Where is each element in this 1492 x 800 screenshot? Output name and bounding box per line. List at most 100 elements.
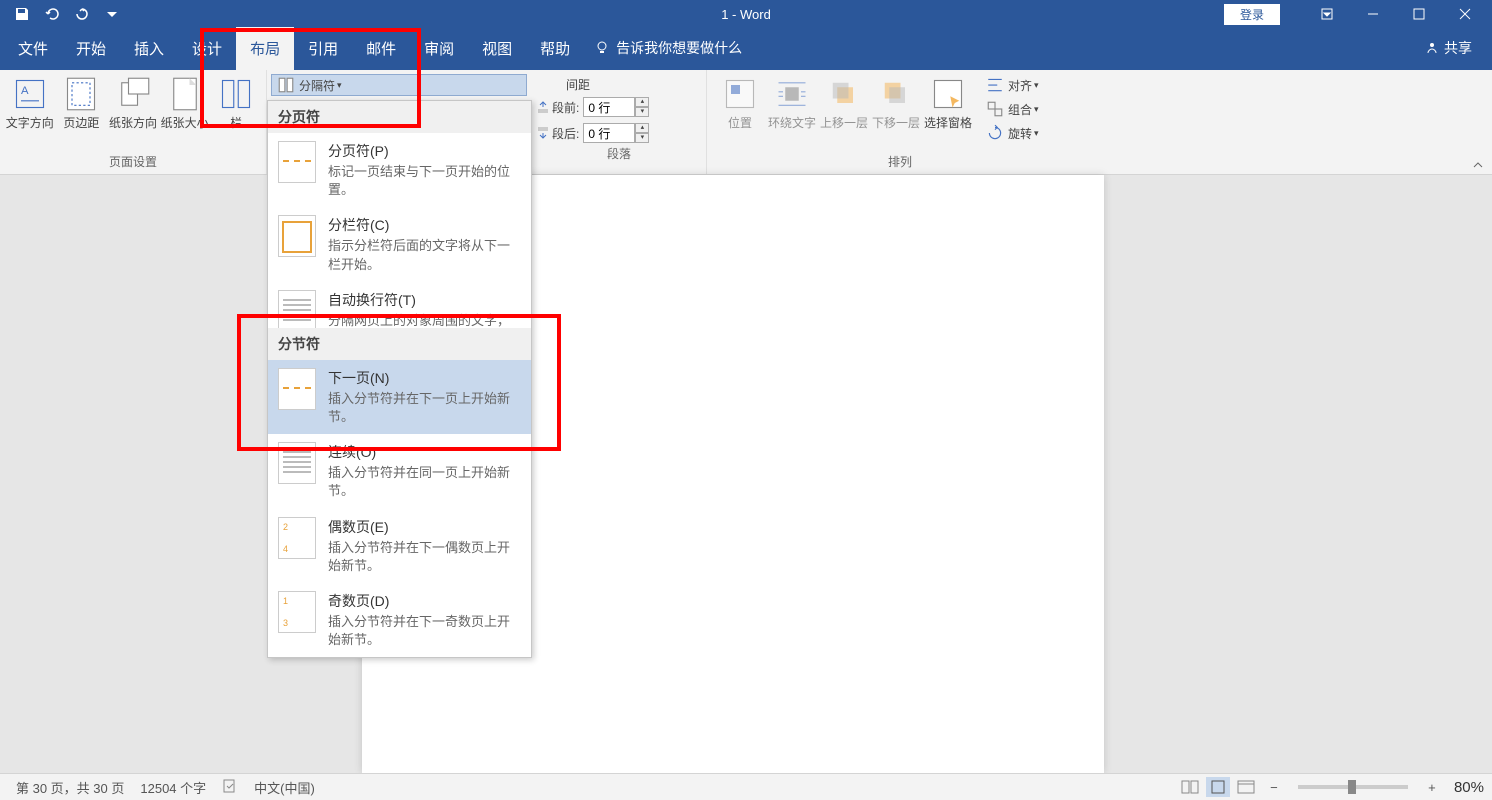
orientation-button[interactable]: 纸张方向 [107, 74, 159, 152]
qat-customize-icon[interactable] [98, 2, 126, 26]
svg-text:A: A [21, 85, 29, 97]
quick-access-toolbar [0, 2, 126, 26]
align-icon [986, 76, 1004, 94]
menu-item-text-wrap[interactable]: 自动换行符(T) 分隔网页上的对象周围的文字，如分隔题注文字与正文 [268, 282, 531, 328]
tab-view[interactable]: 视图 [468, 27, 526, 70]
bring-forward-button[interactable]: 上移一层 [818, 74, 870, 152]
zoom-slider[interactable] [1298, 785, 1408, 789]
spacing-before-spinner[interactable]: ▴▾ [635, 97, 649, 117]
breaks-button[interactable]: 分隔符 ▾ [271, 74, 527, 96]
send-backward-button[interactable]: 下移一层 [870, 74, 922, 152]
web-layout-icon[interactable] [1234, 777, 1258, 797]
columns-button[interactable]: 栏 [210, 74, 262, 152]
read-mode-icon[interactable] [1178, 777, 1202, 797]
status-words[interactable]: 12504 个字 [132, 778, 214, 797]
menu-item-continuous[interactable]: 连续(O) 插入分节符并在同一页上开始新节。 [268, 434, 531, 508]
bring-forward-icon [826, 76, 862, 112]
menu-item-even-page[interactable]: 24 偶数页(E) 插入分节符并在下一偶数页上开始新节。 [268, 509, 531, 583]
minimize-icon[interactable] [1350, 0, 1396, 28]
group-arrange: 位置 环绕文字 上移一层 下移一层 选择窗格 对齐▾ 组合▾ 旋转▾ [710, 70, 1090, 174]
group-button[interactable]: 组合▾ [980, 98, 1045, 120]
group-icon [986, 100, 1004, 118]
spacing-label: 间距 [536, 76, 702, 93]
margins-icon [63, 76, 99, 112]
paper-size-button[interactable]: 纸张大小 [159, 74, 211, 152]
document-title: 1 - Word [721, 7, 771, 22]
send-backward-icon [878, 76, 914, 112]
position-button[interactable]: 位置 [714, 74, 766, 152]
group-label-paragraph: 段落 [536, 145, 702, 166]
menu-title: 自动换行符(T) [328, 290, 521, 310]
even-page-icon: 24 [278, 517, 316, 559]
columns-icon [218, 76, 254, 112]
print-layout-icon[interactable] [1206, 777, 1230, 797]
group-spacing: 间距 段前: ▴▾ 段后: ▴▾ 段落 [532, 70, 707, 174]
menu-title: 分栏符(C) [328, 215, 521, 235]
status-page[interactable]: 第 30 页，共 30 页 [8, 778, 132, 797]
zoom-thumb[interactable] [1348, 780, 1356, 794]
group-label-arrange: 排列 [714, 153, 1086, 174]
tab-file[interactable]: 文件 [4, 27, 62, 70]
share-label: 共享 [1444, 38, 1472, 58]
share-button[interactable]: 共享 [1424, 38, 1492, 70]
tab-insert[interactable]: 插入 [120, 27, 178, 70]
breaks-icon [277, 76, 295, 94]
menu-desc: 标记一页结束与下一页开始的位置。 [328, 163, 521, 199]
column-break-icon [278, 215, 316, 257]
status-language[interactable]: 中文(中国) [246, 778, 323, 797]
title-right: 登录 [1224, 0, 1492, 28]
wrap-text-icon [774, 76, 810, 112]
margins-button[interactable]: 页边距 [56, 74, 108, 152]
collapse-ribbon-icon[interactable] [1472, 158, 1484, 170]
selection-pane-button[interactable]: 选择窗格 [922, 74, 974, 152]
menu-item-column-break[interactable]: 分栏符(C) 指示分栏符后面的文字将从下一栏开始。 [268, 207, 531, 281]
menu-desc: 插入分节符并在下一偶数页上开始新节。 [328, 539, 521, 575]
wrap-text-button[interactable]: 环绕文字 [766, 74, 818, 152]
tab-home[interactable]: 开始 [62, 27, 120, 70]
document-area [0, 175, 1492, 773]
tab-help[interactable]: 帮助 [526, 27, 584, 70]
menu-desc: 分隔网页上的对象周围的文字，如分隔题注文字与正文 [328, 312, 521, 328]
text-direction-button[interactable]: A 文字方向 [4, 74, 56, 152]
tab-design[interactable]: 设计 [178, 27, 236, 70]
tab-review[interactable]: 审阅 [410, 27, 468, 70]
menu-item-next-page[interactable]: 下一页(N) 插入分节符并在下一页上开始新节。 [268, 360, 531, 434]
tell-me-label: 告诉我你想要做什么 [616, 38, 742, 58]
lightbulb-icon [594, 40, 610, 56]
spacing-after-input[interactable] [583, 123, 635, 143]
rotate-icon [986, 124, 1004, 142]
zoom-in-button[interactable]: + [1420, 777, 1444, 797]
tab-layout[interactable]: 布局 [236, 27, 294, 70]
spacing-before-row: 段前: ▴▾ [536, 95, 702, 119]
menu-title: 奇数页(D) [328, 591, 521, 611]
save-icon[interactable] [8, 2, 36, 26]
menu-item-odd-page[interactable]: 13 奇数页(D) 插入分节符并在下一奇数页上开始新节。 [268, 583, 531, 657]
zoom-out-button[interactable]: − [1262, 777, 1286, 797]
page-break-icon [278, 141, 316, 183]
text-direction-icon: A [12, 76, 48, 112]
status-proofing-icon[interactable] [214, 778, 246, 797]
continuous-icon [278, 442, 316, 484]
close-icon[interactable] [1442, 0, 1488, 28]
tell-me-search[interactable]: 告诉我你想要做什么 [584, 38, 752, 70]
spacing-after-spinner[interactable]: ▴▾ [635, 123, 649, 143]
menu-title: 分页符(P) [328, 141, 521, 161]
spacing-before-input[interactable] [583, 97, 635, 117]
rotate-button[interactable]: 旋转▾ [980, 122, 1045, 144]
zoom-level[interactable]: 80% [1448, 779, 1484, 796]
menu-title: 连续(O) [328, 442, 521, 462]
maximize-icon[interactable] [1396, 0, 1442, 28]
login-button[interactable]: 登录 [1224, 4, 1280, 25]
title-bar: 1 - Word 登录 [0, 0, 1492, 28]
menu-header-page-breaks: 分页符 [268, 101, 531, 133]
breaks-dropdown-menu: 分页符 分页符(P) 标记一页结束与下一页开始的位置。 分栏符(C) 指示分栏符… [267, 100, 532, 658]
menu-item-page-break[interactable]: 分页符(P) 标记一页结束与下一页开始的位置。 [268, 133, 531, 207]
menu-desc: 插入分节符并在下一奇数页上开始新节。 [328, 613, 521, 649]
redo-icon[interactable] [68, 2, 96, 26]
ribbon-display-icon[interactable] [1304, 0, 1350, 28]
before-label: 段前: [552, 99, 579, 116]
tab-references[interactable]: 引用 [294, 27, 352, 70]
tab-mailings[interactable]: 邮件 [352, 27, 410, 70]
undo-icon[interactable] [38, 2, 66, 26]
align-button[interactable]: 对齐▾ [980, 74, 1045, 96]
